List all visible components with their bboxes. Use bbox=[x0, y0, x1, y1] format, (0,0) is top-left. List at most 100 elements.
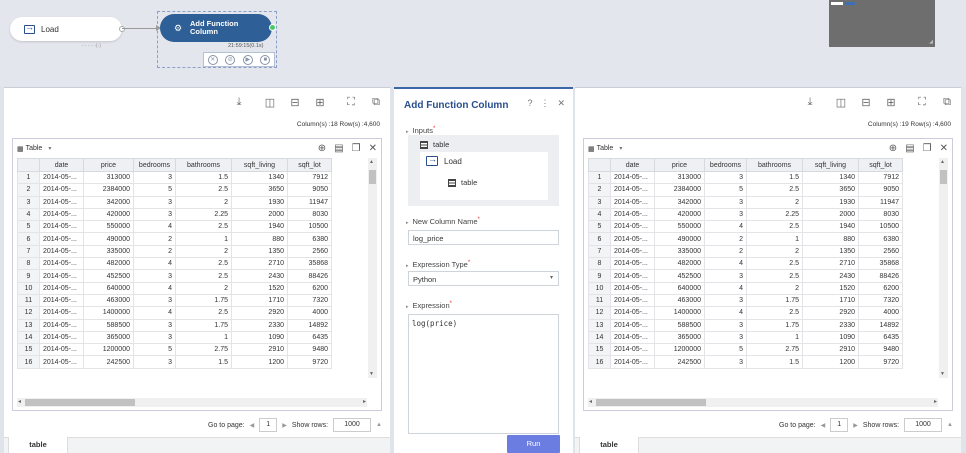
horizontal-scrollbar[interactable]: ◂ ▸ bbox=[588, 398, 938, 407]
column-header[interactable]: bedrooms bbox=[133, 158, 176, 172]
input-load-name[interactable]: Load bbox=[444, 157, 462, 166]
column-header[interactable]: price bbox=[83, 158, 134, 172]
vertical-scrollbar[interactable]: ▲ ▼ bbox=[939, 158, 948, 378]
close-icon[interactable]: ✕ bbox=[557, 98, 565, 109]
cancel-icon[interactable]: ✕ bbox=[207, 54, 218, 65]
workflow-canvas[interactable]: Load - - - - -(-) ⚙ Add FunctionColumn 2… bbox=[0, 0, 966, 87]
chevron-down-icon[interactable]: ▾ bbox=[48, 145, 51, 152]
popout-icon[interactable]: ⧉ bbox=[370, 96, 382, 109]
table-row[interactable]: 9 2014-05-... 452500 3 2.5 2430 88426 bbox=[17, 269, 332, 283]
play-icon[interactable]: ▶ bbox=[242, 54, 253, 65]
table-row[interactable]: 14 2014-05-... 365000 3 1 1090 6435 bbox=[17, 330, 332, 345]
table-row[interactable]: 15 2014-05-... 1200000 5 2.75 2910 9480 bbox=[588, 343, 903, 357]
copy-icon[interactable]: ❐ bbox=[352, 143, 361, 154]
grid-view-icon[interactable]: ⊞ bbox=[885, 96, 897, 109]
expand-icon[interactable]: ▸ bbox=[406, 263, 409, 269]
table-row[interactable]: 13 2014-05-... 588500 3 1.75 2330 14892 bbox=[17, 318, 332, 332]
table-row[interactable]: 13 2014-05-... 588500 3 1.75 2330 14892 bbox=[588, 318, 903, 332]
table-row[interactable]: 15 2014-05-... 1200000 5 2.75 2910 9480 bbox=[17, 343, 332, 357]
disable-icon[interactable]: ⊘ bbox=[225, 54, 236, 65]
run-button[interactable]: Run bbox=[507, 435, 560, 453]
table-row[interactable]: 16 2014-05-... 242500 3 1.5 1200 9720 bbox=[588, 355, 903, 369]
column-header[interactable]: bathrooms bbox=[175, 158, 232, 172]
table-row[interactable]: 4 2014-05-... 420000 3 2.25 2000 8030 bbox=[17, 207, 332, 222]
add-column-icon[interactable]: ⊕ bbox=[889, 143, 897, 154]
column-header[interactable]: price bbox=[654, 158, 705, 172]
table-row[interactable]: 3 2014-05-... 342000 3 2 1930 11947 bbox=[588, 195, 903, 209]
fullscreen-icon[interactable]: ⛶ bbox=[345, 96, 357, 109]
load-node[interactable]: Load bbox=[10, 17, 125, 41]
help-icon[interactable]: ? bbox=[527, 98, 532, 109]
table-row[interactable]: 2 2014-05-... 2384000 5 2.5 3650 9050 bbox=[17, 183, 332, 197]
table-row[interactable]: 6 2014-05-... 490000 2 1 880 6380 bbox=[588, 232, 903, 246]
table-row[interactable]: 12 2014-05-... 1400000 4 2.5 2920 4000 bbox=[588, 306, 903, 320]
table-row[interactable]: 3 2014-05-... 342000 3 2 1930 11947 bbox=[17, 195, 332, 209]
table-row[interactable]: 10 2014-05-... 640000 4 2 1520 6200 bbox=[588, 281, 903, 295]
table-row[interactable]: 9 2014-05-... 452500 3 2.5 2430 88426 bbox=[588, 269, 903, 283]
fullscreen-icon[interactable]: ⛶ bbox=[916, 96, 928, 109]
split-vertical-icon[interactable]: ◫ bbox=[264, 96, 276, 109]
expand-icon[interactable]: ▸ bbox=[406, 220, 409, 226]
fn-node-port[interactable] bbox=[269, 24, 276, 31]
table-row[interactable]: 11 2014-05-... 463000 3 1.75 1710 7320 bbox=[17, 293, 332, 308]
horizontal-scrollbar[interactable]: ◂ ▸ bbox=[17, 398, 367, 407]
row-index-header[interactable] bbox=[17, 158, 40, 172]
minimap[interactable]: ◢ bbox=[829, 0, 935, 47]
tab-table[interactable]: table bbox=[579, 437, 639, 453]
input-table-name[interactable]: table bbox=[433, 140, 449, 149]
column-header[interactable]: bathrooms bbox=[746, 158, 803, 172]
more-icon[interactable]: ⋮ bbox=[540, 98, 549, 109]
table-row[interactable]: 2 2014-05-... 2384000 5 2.5 3650 9050 bbox=[588, 183, 903, 197]
table-row[interactable]: 6 2014-05-... 490000 2 1 880 6380 bbox=[17, 232, 332, 246]
prev-page-icon[interactable]: ◀ bbox=[821, 422, 826, 429]
column-header[interactable]: bedrooms bbox=[704, 158, 747, 172]
column-header[interactable]: sqft_lot bbox=[858, 158, 903, 172]
table-row[interactable]: 12 2014-05-... 1400000 4 2.5 2920 4000 bbox=[17, 306, 332, 320]
next-page-icon[interactable]: ▶ bbox=[282, 422, 287, 429]
table-row[interactable]: 11 2014-05-... 463000 3 1.75 1710 7320 bbox=[588, 293, 903, 308]
table-selector[interactable]: Table bbox=[26, 145, 43, 152]
table-row[interactable]: 4 2014-05-... 420000 3 2.25 2000 8030 bbox=[588, 207, 903, 222]
next-page-icon[interactable]: ▶ bbox=[853, 422, 858, 429]
chevron-down-icon[interactable]: ▾ bbox=[619, 145, 622, 152]
table-row[interactable]: 1 2014-05-... 313000 3 1.5 1340 7912 bbox=[588, 170, 903, 185]
close-icon[interactable]: ✕ bbox=[369, 143, 377, 154]
column-header[interactable]: date bbox=[39, 158, 84, 172]
close-icon[interactable]: ✕ bbox=[940, 143, 948, 154]
table-row[interactable]: 8 2014-05-... 482000 4 2.5 2710 35868 bbox=[588, 257, 903, 271]
split-horizontal-icon[interactable]: ⊟ bbox=[289, 96, 301, 109]
column-header[interactable]: sqft_lot bbox=[287, 158, 332, 172]
expression-type-select[interactable]: Python bbox=[408, 271, 559, 286]
rows-select[interactable]: 1000 bbox=[904, 418, 943, 432]
resize-handle-icon[interactable]: ◢ bbox=[929, 39, 933, 45]
split-horizontal-icon[interactable]: ⊟ bbox=[860, 96, 872, 109]
tab-table[interactable]: table bbox=[8, 437, 68, 453]
download-icon[interactable]: ⤓ bbox=[804, 96, 816, 109]
table-row[interactable]: 8 2014-05-... 482000 4 2.5 2710 35868 bbox=[17, 257, 332, 271]
prev-page-icon[interactable]: ◀ bbox=[250, 422, 255, 429]
split-vertical-icon[interactable]: ◫ bbox=[835, 96, 847, 109]
grid-view-icon[interactable]: ⊞ bbox=[314, 96, 326, 109]
column-header[interactable]: sqft_living bbox=[802, 158, 859, 172]
rows-select[interactable]: 1000 bbox=[333, 418, 372, 432]
download-icon[interactable]: ⤓ bbox=[233, 96, 245, 109]
rows-stepper-icon[interactable]: ▲ bbox=[376, 422, 382, 428]
table-row[interactable]: 5 2014-05-... 550000 4 2.5 1940 10500 bbox=[17, 220, 332, 234]
column-header[interactable]: date bbox=[610, 158, 655, 172]
load-node-port[interactable] bbox=[119, 26, 125, 32]
row-index-header[interactable] bbox=[588, 158, 611, 172]
column-header[interactable]: sqft_living bbox=[231, 158, 288, 172]
table-row[interactable]: 1 2014-05-... 313000 3 1.5 1340 7912 bbox=[17, 170, 332, 185]
columns-icon[interactable]: ▤ bbox=[905, 143, 914, 154]
table-row[interactable]: 7 2014-05-... 335000 2 2 1350 2560 bbox=[17, 244, 332, 259]
add-function-column-node[interactable]: ⚙ Add Function Column bbox=[160, 14, 276, 42]
input-load-table[interactable]: table bbox=[461, 178, 477, 187]
columns-icon[interactable]: ▤ bbox=[334, 143, 343, 154]
expand-icon[interactable]: ▸ bbox=[406, 304, 409, 310]
stop-icon[interactable]: ■ bbox=[260, 54, 271, 65]
vertical-scrollbar[interactable]: ▲ ▼ bbox=[368, 158, 377, 378]
table-row[interactable]: 16 2014-05-... 242500 3 1.5 1200 9720 bbox=[17, 355, 332, 369]
table-selector[interactable]: Table bbox=[597, 145, 614, 152]
popout-icon[interactable]: ⧉ bbox=[941, 96, 953, 109]
new-column-name-input[interactable]: log_price bbox=[408, 230, 559, 245]
